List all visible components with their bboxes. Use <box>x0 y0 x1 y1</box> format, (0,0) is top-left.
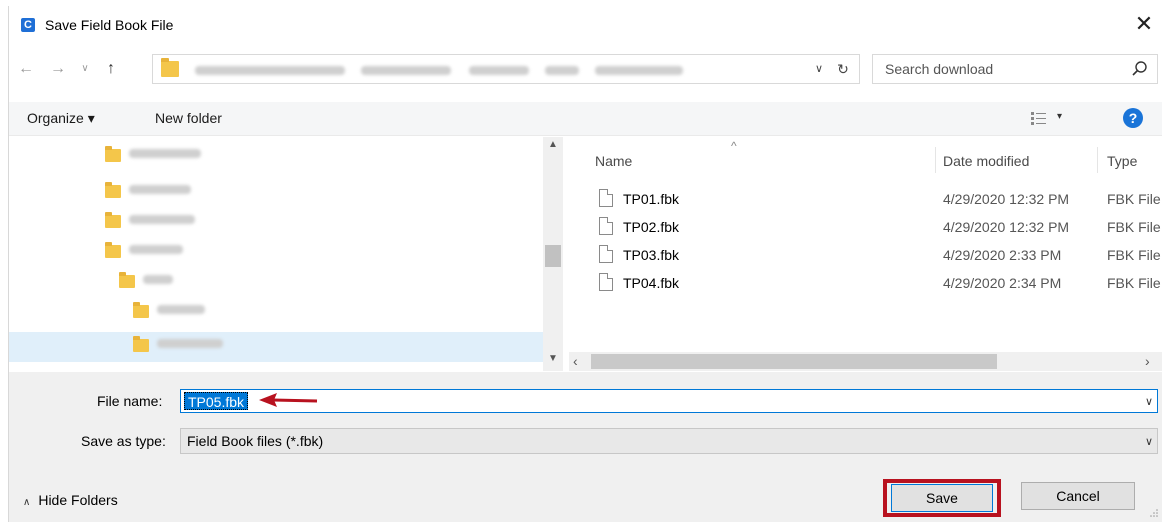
cancel-button[interactable]: Cancel <box>1021 482 1135 510</box>
search-input[interactable]: Search download <box>885 61 993 77</box>
hide-folders-label: Hide Folders <box>38 492 118 508</box>
selected-tree-item-highlight <box>9 332 545 362</box>
file-date: 4/29/2020 2:33 PM <box>943 247 1062 263</box>
save-options-panel: File name: TP05.fbk ∨ Save as type: Fiel… <box>9 372 1162 522</box>
scroll-up-icon[interactable]: ▲ <box>543 139 563 155</box>
file-icon <box>599 217 613 235</box>
search-icon[interactable] <box>1131 60 1149 78</box>
folder-icon <box>119 272 135 288</box>
save-as-type-value: Field Book files (*.fbk) <box>187 433 324 449</box>
app-icon: C <box>21 18 35 32</box>
resize-grip-icon[interactable] <box>1149 508 1159 518</box>
sort-ascending-icon: ^ <box>731 139 737 153</box>
file-icon <box>599 245 613 263</box>
folder-icon <box>105 212 121 228</box>
chevron-up-icon: ∧ <box>23 497 31 508</box>
column-divider[interactable] <box>935 147 936 173</box>
file-name: TP04.fbk <box>623 275 680 291</box>
scrollbar-thumb[interactable] <box>591 354 997 369</box>
navigation-pane[interactable] <box>9 137 565 371</box>
file-date: 4/29/2020 12:32 PM <box>943 191 1070 207</box>
file-name: TP01.fbk <box>623 191 680 207</box>
file-name: TP03.fbk <box>623 247 680 263</box>
file-name-dropdown-icon[interactable]: ∨ <box>1145 392 1153 412</box>
file-list[interactable]: ^ Name Date modified Type TP01.fbk 4/29/… <box>569 137 1162 371</box>
search-box[interactable]: Search download <box>872 54 1158 84</box>
scrollbar-thumb[interactable] <box>545 245 561 267</box>
folder-icon <box>105 242 121 258</box>
refresh-icon[interactable]: ↻ <box>833 59 853 79</box>
scroll-right-icon[interactable]: › <box>1145 353 1150 369</box>
file-name: TP02.fbk <box>623 219 680 235</box>
file-row[interactable]: TP03.fbk 4/29/2020 2:33 PM FBK File <box>569 243 1162 269</box>
save-as-type-dropdown-icon[interactable]: ∨ <box>1145 432 1153 452</box>
forward-arrow-icon[interactable]: → <box>47 58 69 80</box>
organize-button[interactable]: Organize ▾ <box>27 110 95 127</box>
file-row[interactable]: TP04.fbk 4/29/2020 2:34 PM FBK File <box>569 271 1162 297</box>
view-dropdown-icon[interactable]: ▾ <box>1057 111 1062 122</box>
file-type: FBK File <box>1107 275 1161 291</box>
help-icon[interactable]: ? <box>1123 108 1143 128</box>
column-header-type[interactable]: Type <box>1107 153 1137 169</box>
file-date: 4/29/2020 2:34 PM <box>943 275 1062 291</box>
file-icon <box>599 189 613 207</box>
back-arrow-icon[interactable]: ← <box>15 58 37 80</box>
scroll-left-icon[interactable]: ‹ <box>573 353 578 369</box>
file-date: 4/29/2020 12:32 PM <box>943 219 1070 235</box>
file-list-horizontal-scrollbar[interactable]: ‹ › <box>569 352 1162 371</box>
column-header-date-modified[interactable]: Date modified <box>943 153 1029 169</box>
recent-locations-chevron-icon[interactable]: ∨ <box>77 58 93 80</box>
file-name-selected-text[interactable]: TP05.fbk <box>184 392 249 410</box>
folder-icon <box>105 146 121 162</box>
save-button[interactable]: Save <box>891 484 993 512</box>
breadcrumb[interactable] <box>189 62 759 78</box>
file-icon <box>599 273 613 291</box>
title-bar: C Save Field Book File ✕ <box>9 6 1162 44</box>
command-bar: Organize ▾ New folder ▾ ? <box>9 102 1162 136</box>
hide-folders-button[interactable]: ∧ Hide Folders <box>23 492 118 508</box>
pointer-arrow-icon <box>259 393 318 407</box>
file-row[interactable]: TP01.fbk 4/29/2020 12:32 PM FBK File <box>569 187 1162 213</box>
folder-icon <box>133 336 149 352</box>
file-type: FBK File <box>1107 191 1161 207</box>
file-type: FBK File <box>1107 247 1161 263</box>
navigation-bar: ← → ∨ ↑ ∨ ↻ Search download <box>9 52 1162 92</box>
file-type: FBK File <box>1107 219 1161 235</box>
new-folder-button[interactable]: New folder <box>155 110 222 126</box>
column-header-name[interactable]: Name <box>595 153 632 169</box>
tree-scrollbar[interactable]: ▲ ▼ <box>543 137 563 371</box>
folder-icon <box>105 182 121 198</box>
file-name-field[interactable]: TP05.fbk ∨ <box>180 389 1158 413</box>
save-as-type-label: Save as type: <box>81 433 166 449</box>
window-title: Save Field Book File <box>45 17 174 33</box>
address-dropdown-icon[interactable]: ∨ <box>811 59 827 79</box>
close-icon[interactable]: ✕ <box>1133 12 1155 36</box>
up-arrow-icon[interactable]: ↑ <box>101 58 121 80</box>
column-divider[interactable] <box>1097 147 1098 173</box>
save-dialog: C Save Field Book File ✕ ← → ∨ ↑ ∨ ↻ Sea… <box>8 6 1162 522</box>
folder-icon <box>133 302 149 318</box>
save-as-type-select[interactable]: Field Book files (*.fbk) ∨ <box>180 428 1158 454</box>
view-options-icon[interactable] <box>1031 111 1047 125</box>
file-name-label: File name: <box>97 393 163 409</box>
scroll-down-icon[interactable]: ▼ <box>543 353 563 369</box>
folder-icon <box>161 58 179 77</box>
address-bar[interactable]: ∨ ↻ <box>152 54 860 84</box>
file-row[interactable]: TP02.fbk 4/29/2020 12:32 PM FBK File <box>569 215 1162 241</box>
